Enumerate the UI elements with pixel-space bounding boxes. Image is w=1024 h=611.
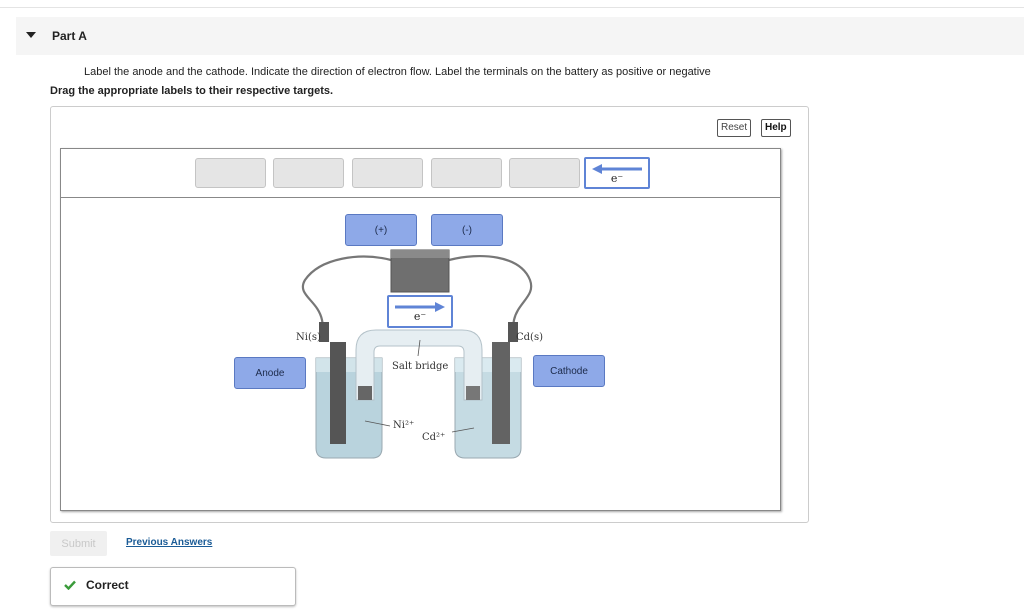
positive-terminal-label[interactable]: (+) [345, 214, 417, 246]
previous-answers-link[interactable]: Previous Answers [126, 537, 212, 548]
anode-label[interactable]: Anode [234, 357, 306, 389]
nickel-ion-label: Ni²⁺ [393, 420, 414, 431]
nickel-electrode-label: Ni(s) [296, 332, 321, 343]
cathode-label[interactable]: Cathode [533, 355, 605, 387]
salt-bridge-label: Salt bridge [392, 361, 448, 372]
check-icon [64, 580, 76, 590]
cadmium-electrode-label: Cd(s) [516, 332, 543, 343]
galvanic-cell-illustration: Ni(s) Cd(s) Salt bridge Ni²⁺ Cd²⁺ [296, 249, 543, 459]
electron-symbol: e⁻ [413, 310, 427, 323]
submit-button[interactable]: Submit [50, 531, 107, 556]
cadmium-ion-label: Cd²⁺ [422, 432, 445, 443]
electron-arrow-right-label[interactable]: e⁻ [387, 295, 453, 328]
negative-terminal-label[interactable]: (-) [431, 214, 503, 246]
feedback-status: Correct [86, 578, 129, 592]
